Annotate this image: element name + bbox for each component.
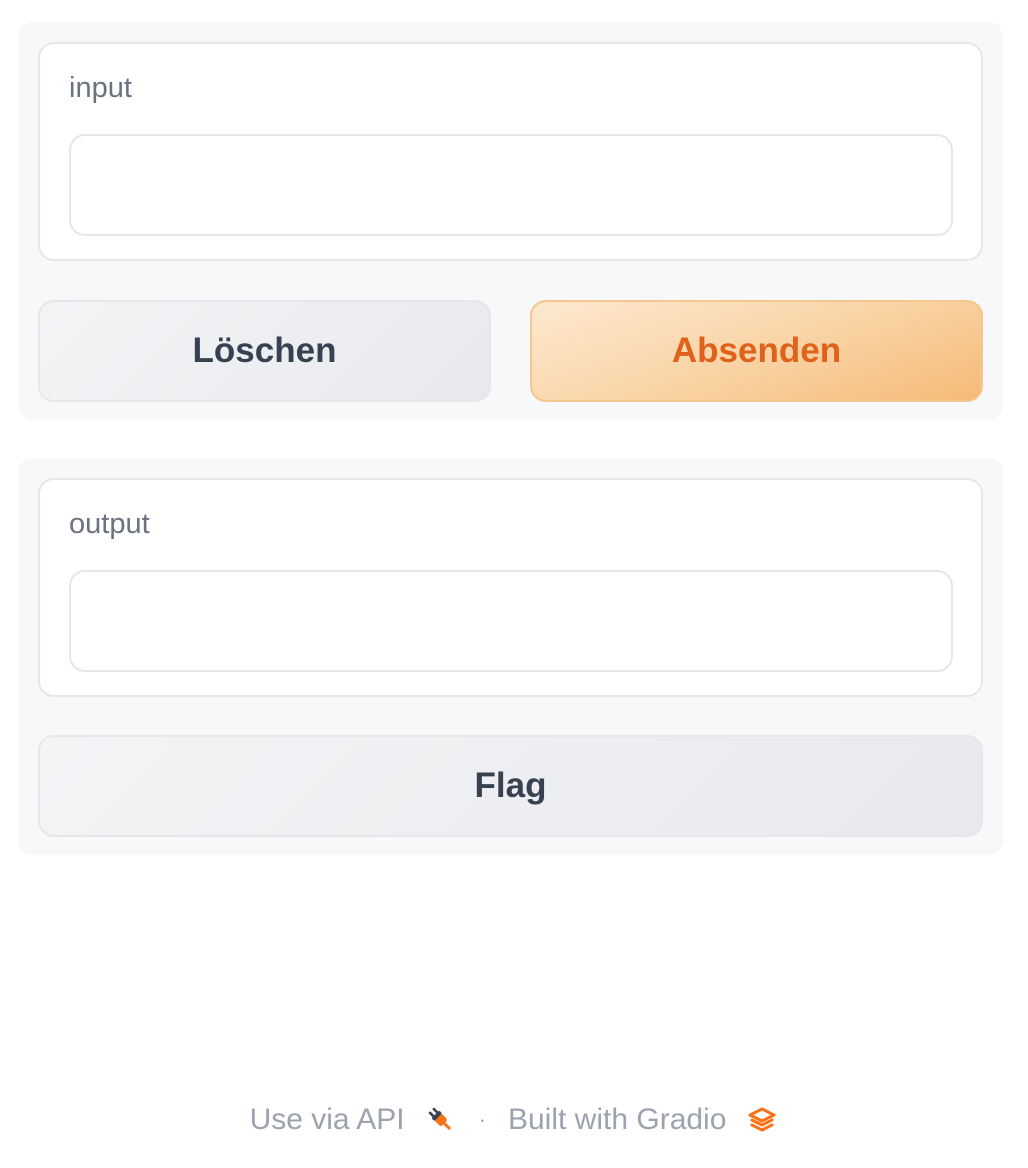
input-panel: input Löschen Absenden — [18, 22, 1003, 420]
footer-separator: · — [478, 1107, 486, 1132]
plug-icon — [425, 1104, 457, 1136]
output-panel: output Flag — [18, 458, 1003, 855]
flag-button[interactable]: Flag — [38, 735, 983, 837]
gradio-logo-icon — [746, 1104, 778, 1136]
footer: Use via API · Built with Gradio — [0, 1098, 1028, 1142]
submit-button[interactable]: Absenden — [530, 300, 983, 402]
output-label: output — [69, 508, 150, 540]
input-field-block: input — [38, 42, 983, 261]
output-textbox[interactable] — [69, 570, 953, 672]
input-label: input — [69, 72, 132, 104]
use-via-api-link[interactable]: Use via API — [250, 1103, 457, 1137]
built-with-gradio-label: Built with Gradio — [507, 1103, 727, 1136]
built-with-gradio-link[interactable]: Built with Gradio — [508, 1103, 778, 1137]
input-textbox[interactable] — [69, 134, 953, 236]
clear-button[interactable]: Löschen — [38, 300, 491, 402]
output-field-block: output — [38, 478, 983, 697]
use-via-api-label: Use via API — [249, 1103, 405, 1136]
